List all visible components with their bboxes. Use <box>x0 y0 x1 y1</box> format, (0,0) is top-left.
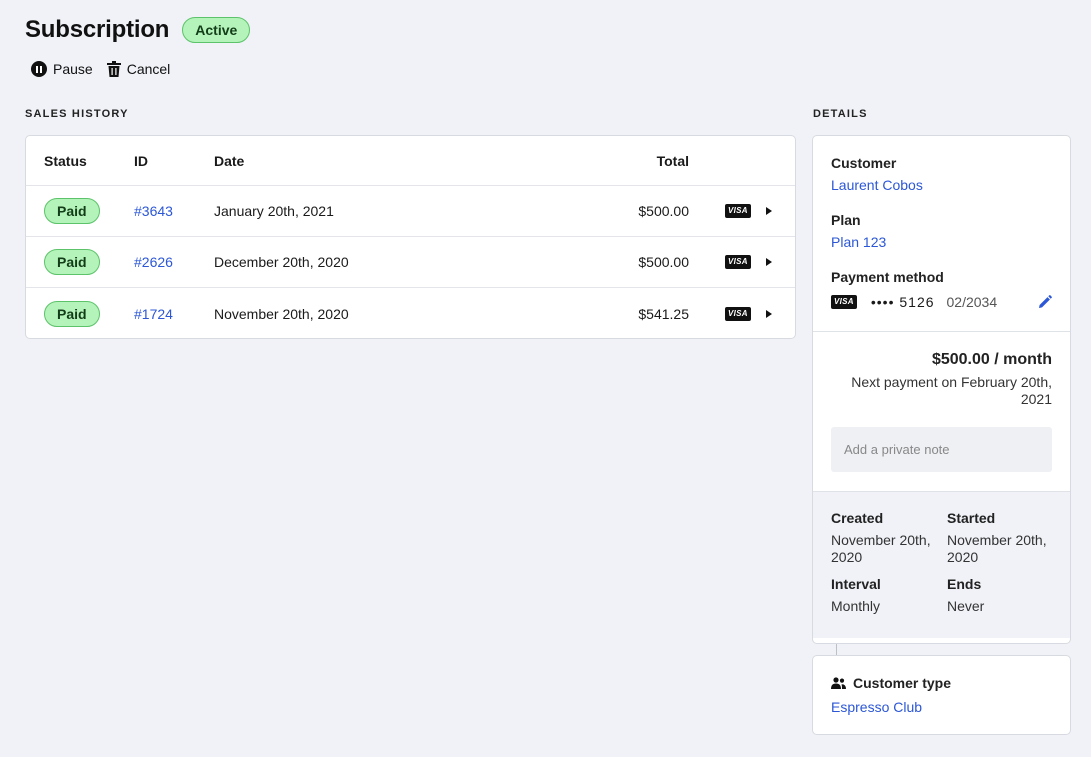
visa-icon: VISA <box>725 204 751 218</box>
plan-link[interactable]: Plan 123 <box>831 234 1052 250</box>
payment-method: VISA •••• 5126 02/2034 <box>831 294 1052 310</box>
started-value: November 20th, 2020 <box>947 532 1047 565</box>
started-label: Started <box>947 510 996 526</box>
created-label: Created <box>831 510 884 526</box>
paid-badge: Paid <box>44 300 100 327</box>
table-row[interactable]: Paid #3643 January 20th, 2021 $500.00 VI… <box>26 186 795 237</box>
billing-summary: $500.00 / month Next payment on February… <box>813 332 1070 491</box>
details-summary: Customer Laurent Cobos Plan Plan 123 Pay… <box>813 136 1070 331</box>
column-total: Total <box>656 152 689 169</box>
ends-label: Ends <box>947 576 982 592</box>
billing-amount: $500.00 / month <box>931 351 1052 368</box>
table-row[interactable]: Paid #1724 November 20th, 2020 $541.25 V… <box>26 288 795 339</box>
customer-link[interactable]: Laurent Cobos <box>831 177 1052 193</box>
invoice-total: $500.00 <box>638 254 689 270</box>
details-panel: Customer Laurent Cobos Plan Plan 123 Pay… <box>812 135 1071 644</box>
customer-type-link[interactable]: Espresso Club <box>831 699 1052 715</box>
page-header: Subscription Active Pause Cancel <box>25 16 251 77</box>
next-payment: Next payment on February 20th, 2021 <box>851 374 1052 407</box>
invoice-total: $500.00 <box>638 203 689 219</box>
chevron-right-icon[interactable] <box>766 309 772 318</box>
cancel-button[interactable]: Cancel <box>106 61 171 77</box>
details-label: DETAILS <box>813 108 868 120</box>
trash-icon <box>106 61 121 77</box>
pause-button[interactable]: Pause <box>31 61 93 77</box>
subscription-actions: Pause Cancel <box>31 61 250 77</box>
invoice-id-link[interactable]: #3643 <box>134 203 173 219</box>
card-number: •••• 5126 <box>870 294 935 310</box>
column-date: Date <box>214 152 245 169</box>
ends-value: Never <box>947 598 985 614</box>
visa-icon: VISA <box>725 306 751 321</box>
subscription-meta: Created November 20th, 2020 Started Nove… <box>813 492 1070 638</box>
customer-type-label: Customer type <box>853 675 952 691</box>
visa-icon: VISA <box>725 255 751 269</box>
paid-badge: Paid <box>44 198 100 224</box>
column-status: Status <box>44 152 87 169</box>
invoice-id-link[interactable]: #2626 <box>134 254 173 270</box>
sales-history-label: SALES HISTORY <box>25 108 129 120</box>
sales-history-table: Status ID Date Total Paid #3643 January … <box>25 135 796 339</box>
invoice-date: November 20th, 2020 <box>214 305 349 322</box>
invoice-total: $541.25 <box>638 305 689 322</box>
payment-method-label: Payment method <box>831 269 944 285</box>
interval-value: Monthly <box>831 598 881 614</box>
table-row[interactable]: Paid #2626 December 20th, 2020 $500.00 V… <box>26 237 795 288</box>
private-note-input[interactable]: Add a private note <box>831 427 1052 472</box>
visa-icon: VISA <box>831 295 857 309</box>
status-badge: Active <box>182 17 251 43</box>
plan-label: Plan <box>831 212 861 228</box>
invoice-date: January 20th, 2021 <box>214 203 334 219</box>
pause-label: Pause <box>53 61 93 77</box>
customer-label: Customer <box>831 155 897 171</box>
edit-icon[interactable] <box>1038 295 1052 309</box>
cancel-label: Cancel <box>126 61 171 77</box>
column-id: ID <box>134 152 148 169</box>
page-title: Subscription <box>25 16 170 43</box>
customer-type-card: Customer type Espresso Club <box>812 655 1071 735</box>
card-expiry: 02/2034 <box>946 294 998 310</box>
chevron-right-icon[interactable] <box>766 207 772 215</box>
pause-icon <box>31 61 47 77</box>
invoice-id-link[interactable]: #1724 <box>134 306 173 322</box>
interval-label: Interval <box>831 576 881 592</box>
chevron-right-icon[interactable] <box>766 258 772 266</box>
table-header: Status ID Date Total <box>26 136 795 186</box>
people-icon <box>831 677 846 689</box>
paid-badge: Paid <box>44 249 100 275</box>
invoice-date: December 20th, 2020 <box>214 254 349 270</box>
created-value: November 20th, 2020 <box>831 532 931 565</box>
